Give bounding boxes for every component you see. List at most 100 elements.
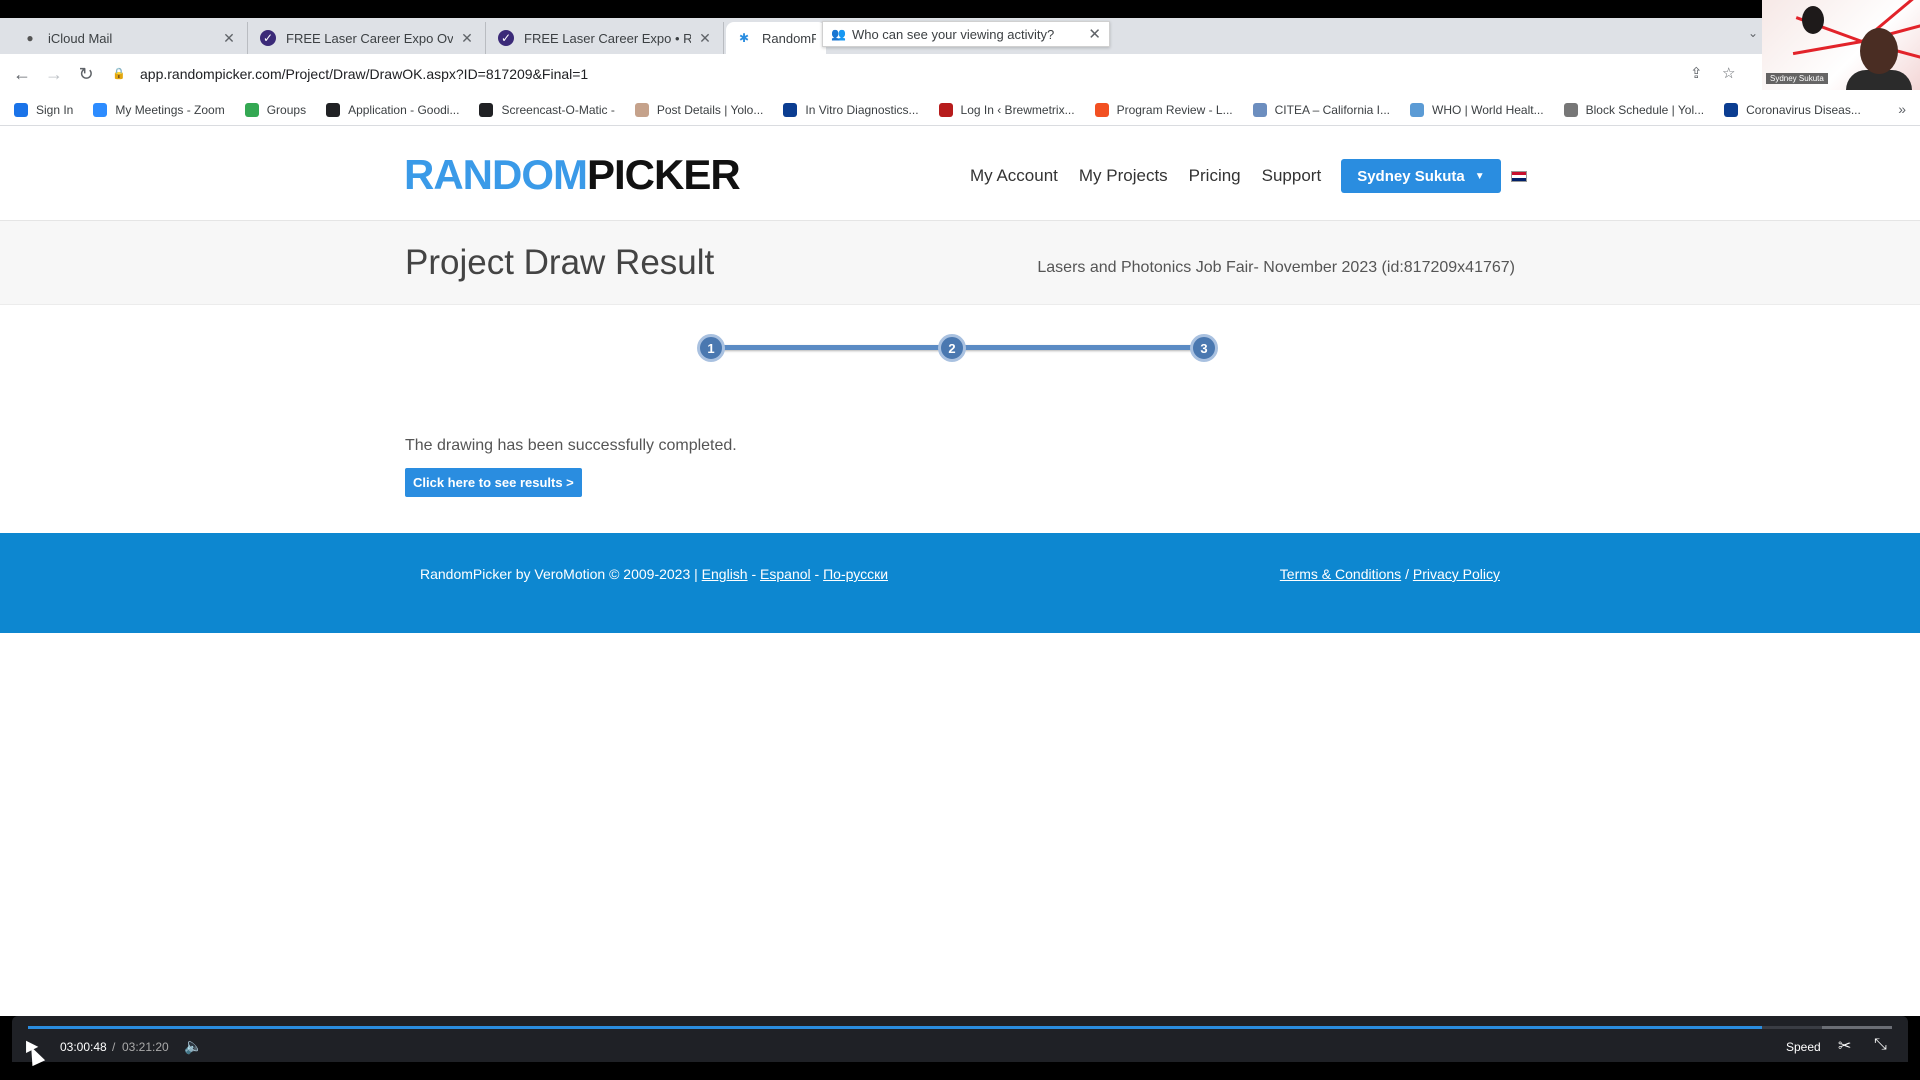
logo-part-random: RANDOM (404, 151, 588, 198)
webcam-person-head (1860, 28, 1898, 74)
tab-randompicker[interactable]: ✱ RandomP (726, 22, 826, 54)
people-icon: 👥 (831, 27, 846, 41)
tab-icloud-mail[interactable]: ● iCloud Mail ✕ (12, 22, 248, 54)
bookmark-label: Application - Goodi... (348, 102, 460, 117)
bookmark-label: Sign In (36, 102, 74, 117)
lang-russian-link[interactable]: По-русски (823, 566, 888, 582)
webcam-figure (1802, 6, 1824, 34)
bookmark-favicon-icon (1724, 102, 1739, 117)
viewing-activity-popup: 👥 Who can see your viewing activity? ✕ (822, 21, 1110, 47)
bookmark-favicon-icon (326, 102, 341, 117)
tab-title: FREE Laser Career Expo • RSVP (524, 30, 691, 46)
bookmark-label: CITEA – California I... (1274, 102, 1391, 117)
user-name: Sydney Sukuta (1357, 167, 1465, 185)
nav-my-account[interactable]: My Account (970, 166, 1058, 186)
close-icon[interactable]: ✕ (697, 30, 713, 47)
site-logo[interactable]: RANDOMPICKER (404, 151, 741, 199)
bookmark-favicon-icon (783, 102, 798, 117)
bookmark-item[interactable]: Block Schedule | Yol... (1563, 102, 1705, 117)
check-circle-icon: ✓ (260, 30, 276, 46)
bookmark-favicon-icon (14, 102, 28, 117)
check-circle-icon: ✓ (498, 30, 514, 46)
language-flag-icon[interactable] (1510, 170, 1527, 182)
chevron-down-icon[interactable]: ⌄ (1748, 26, 1758, 40)
webcam-label: Sydney Sukuta (1766, 73, 1828, 84)
reload-icon[interactable]: ↻ (74, 62, 98, 86)
popup-text: Who can see your viewing activity? (851, 26, 1055, 42)
tab-laser-expo-overview[interactable]: ✓ FREE Laser Career Expo Overvie ✕ (250, 22, 486, 54)
bookmark-label: Program Review - L... (1116, 102, 1233, 117)
draw-stepper: 1 2 3 (697, 332, 1223, 362)
user-menu-button[interactable]: Sydney Sukuta ▼ (1341, 159, 1501, 193)
bookmark-label: Coronavirus Diseas... (1746, 102, 1861, 117)
close-icon[interactable]: ✕ (1088, 25, 1101, 43)
lang-english-link[interactable]: English (702, 566, 748, 582)
bookmark-favicon-icon (244, 102, 259, 117)
close-icon[interactable]: ✕ (221, 30, 237, 47)
speed-button[interactable]: Speed (1786, 1040, 1821, 1054)
see-results-button[interactable]: Click here to see results > (405, 468, 582, 497)
logo-part-picker: PICKER (586, 151, 741, 198)
bookmark-item[interactable]: WHO | World Healt... (1410, 102, 1544, 117)
back-icon[interactable]: ← (10, 62, 34, 86)
bookmark-item[interactable]: In Vitro Diagnostics... (783, 102, 919, 117)
bookmark-label: WHO | World Healt... (1432, 102, 1544, 117)
nav-pricing[interactable]: Pricing (1189, 166, 1241, 186)
progress-bar[interactable] (28, 1026, 1892, 1029)
star-icon[interactable]: ☆ (1722, 64, 1735, 82)
site-header: RANDOMPICKER My Account My Projects Pric… (0, 127, 1920, 221)
bookmark-item[interactable]: Log In ‹ Brewmetrix... (938, 102, 1075, 117)
url-field[interactable]: 🔒 app.randompicker.com/Project/Draw/Draw… (112, 60, 1692, 88)
nav-my-projects[interactable]: My Projects (1079, 166, 1168, 186)
bookmark-favicon-icon (1252, 102, 1267, 117)
bookmark-label: Screencast-O-Matic - (501, 102, 615, 117)
bookmark-favicon-icon (938, 102, 953, 117)
bookmark-item[interactable]: Groups (244, 102, 306, 117)
share-icon[interactable]: ⇪ (1690, 64, 1703, 82)
footer-right: Terms & Conditions / Privacy Policy (1280, 566, 1500, 582)
scissors-icon[interactable]: ✂ (1838, 1036, 1851, 1056)
privacy-link[interactable]: Privacy Policy (1413, 566, 1500, 582)
bookmark-item[interactable]: CITEA – California I... (1252, 102, 1391, 117)
nav-support[interactable]: Support (1262, 166, 1322, 186)
bookmark-label: My Meetings - Zoom (115, 102, 225, 117)
video-player-controls: ▶ 03:00:48 / 03:21:20 🔈 Speed ✂ ⤡ (12, 1016, 1908, 1062)
footer-copyright: RandomPicker by VeroMotion © 2009-2023 | (420, 566, 698, 582)
url-text: app.randompicker.com/Project/Draw/DrawOK… (140, 66, 589, 82)
tab-title: RandomP (762, 30, 816, 46)
progress-fill (28, 1026, 1762, 1029)
address-bar-row: ← → ↻ 🔒 app.randompicker.com/Project/Dra… (0, 54, 1762, 94)
terms-link[interactable]: Terms & Conditions (1280, 566, 1401, 582)
bookmark-label: In Vitro Diagnostics... (805, 102, 919, 117)
exit-fullscreen-icon[interactable]: ⤡ (1874, 1036, 1887, 1054)
volume-icon[interactable]: 🔈 (184, 1037, 203, 1055)
lang-espanol-link[interactable]: Espanol (760, 566, 811, 582)
bookmarks-overflow-icon[interactable]: » (1898, 101, 1906, 117)
bookmark-item[interactable]: Sign In (14, 102, 74, 117)
close-icon[interactable]: ✕ (459, 30, 475, 47)
asterisk-icon: ✱ (738, 31, 750, 45)
step-2: 2 (938, 334, 966, 362)
bookmark-item[interactable]: Post Details | Yolo... (634, 102, 763, 117)
current-time: 03:00:48 (60, 1040, 107, 1054)
decor-ray (1792, 40, 1863, 56)
bookmark-item[interactable]: Program Review - L... (1094, 102, 1233, 117)
screen: ● iCloud Mail ✕ ✓ FREE Laser Career Expo… (0, 0, 1920, 1080)
forward-icon[interactable]: → (42, 62, 66, 86)
tab-title: FREE Laser Career Expo Overvie (286, 30, 453, 46)
bookmark-item[interactable]: Coronavirus Diseas... (1724, 102, 1861, 117)
bookmark-item[interactable]: My Meetings - Zoom (93, 102, 225, 117)
project-name: Lasers and Photonics Job Fair- November … (1037, 259, 1515, 276)
bookmark-label: Log In ‹ Brewmetrix... (960, 102, 1075, 117)
bookmark-item[interactable]: Screencast-O-Matic - (479, 102, 615, 117)
success-message: The drawing has been successfully comple… (405, 437, 737, 454)
bookmark-favicon-icon (634, 102, 649, 117)
tab-laser-expo-rsvp[interactable]: ✓ FREE Laser Career Expo • RSVP ✕ (488, 22, 724, 54)
step-1: 1 (697, 334, 725, 362)
progress-buffer (1822, 1026, 1892, 1029)
bookmark-label: Block Schedule | Yol... (1585, 102, 1705, 117)
bookmark-favicon-icon (1094, 102, 1109, 117)
caret-down-icon: ▼ (1474, 170, 1485, 182)
bookmark-item[interactable]: Application - Goodi... (326, 102, 460, 117)
bookmarks-bar: Sign In My Meetings - Zoom Groups Applicati… (0, 94, 1920, 126)
